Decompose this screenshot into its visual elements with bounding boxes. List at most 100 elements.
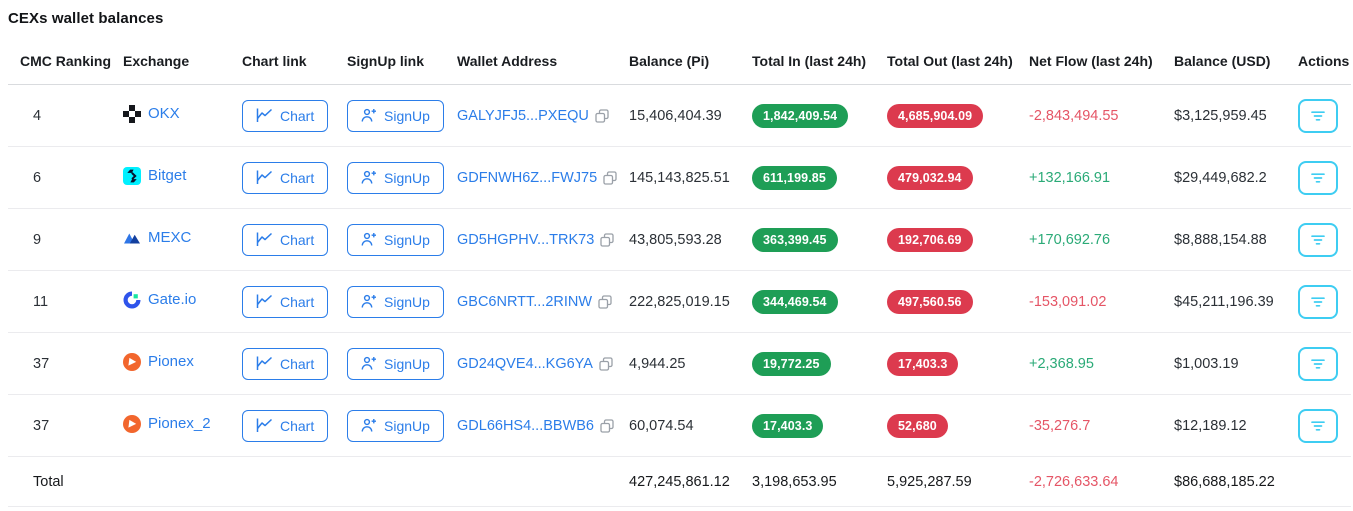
exchange-logo-icon [123,229,141,247]
total-in-badge: 19,772.25 [752,352,831,376]
gate-logo-icon [123,291,141,309]
actions-button[interactable] [1298,99,1338,133]
pionex-logo-icon [123,353,141,371]
table-row: 11 Gate.io Chart SignUp [8,271,1351,333]
copy-icon[interactable] [603,171,617,185]
net-flow-value: -2,843,494.55 [1017,85,1162,147]
chart-button[interactable]: Chart [242,286,328,318]
balance-pi-value: 4,944.25 [617,333,740,395]
signup-button[interactable]: SignUp [347,100,444,132]
balance-usd-value: $1,003.19 [1162,333,1286,395]
total-in-badge: 344,469.54 [752,290,838,314]
filter-icon [1310,234,1326,246]
copy-icon[interactable] [600,233,614,247]
total-in-badge: 17,403.3 [752,414,823,438]
total-in-badge: 611,199.85 [752,166,837,190]
cmc-ranking-value: 6 [8,147,111,209]
actions-button[interactable] [1298,347,1338,381]
wallet-address-link[interactable]: GDL66HS4...BBWB6 [457,418,594,434]
exchange-name: Bitget [148,167,186,184]
exchange-link[interactable]: Pionex [123,353,194,371]
actions-button[interactable] [1298,285,1338,319]
filter-icon [1310,110,1326,122]
copy-icon[interactable] [595,109,609,123]
wallet-address-link[interactable]: GDFNWH6Z...FWJ75 [457,170,597,186]
chart-icon [256,418,273,433]
chart-button[interactable]: Chart [242,410,328,442]
cmc-ranking-value: 9 [8,209,111,271]
exchange-link[interactable]: Pionex_2 [123,415,211,433]
signup-button[interactable]: SignUp [347,348,444,380]
total-out: 5,925,287.59 [875,457,1017,507]
header-chart-link: Chart link [230,35,335,85]
exchange-link[interactable]: MEXC [123,229,191,247]
exchange-name: Pionex_2 [148,415,211,432]
cmc-ranking-value: 37 [8,333,111,395]
header-balance-usd: Balance (USD) [1162,35,1286,85]
signup-button-label: SignUp [384,232,430,248]
cex-balances-table: CMC Ranking Exchange Chart link SignUp l… [8,35,1351,507]
balance-pi-value: 60,074.54 [617,395,740,457]
signup-button-label: SignUp [384,356,430,372]
header-total-out: Total Out (last 24h) [875,35,1017,85]
balance-pi-value: 145,143,825.51 [617,147,740,209]
actions-button[interactable] [1298,409,1338,443]
header-actions: Actions [1286,35,1351,85]
signup-button-label: SignUp [384,294,430,310]
header-balance-pi: Balance (Pi) [617,35,740,85]
wallet-address-link[interactable]: GALYJFJ5...PXEQU [457,108,589,124]
signup-button-label: SignUp [384,170,430,186]
total-label: Total [8,457,111,507]
chart-button[interactable]: Chart [242,162,328,194]
net-flow-value: +170,692.76 [1017,209,1162,271]
chart-button[interactable]: Chart [242,100,328,132]
net-flow-value: -153,091.02 [1017,271,1162,333]
page-title: CEXs wallet balances [8,10,1351,27]
chart-button-label: Chart [280,294,314,310]
actions-button[interactable] [1298,223,1338,257]
table-footer: Total 427,245,861.12 3,198,653.95 5,925,… [8,457,1351,507]
person-plus-icon [361,108,377,123]
signup-button[interactable]: SignUp [347,410,444,442]
total-out-badge: 52,680 [887,414,948,438]
signup-button[interactable]: SignUp [347,162,444,194]
signup-button[interactable]: SignUp [347,224,444,256]
table-row: 6 Bitget Chart SignUp [8,147,1351,209]
signup-button[interactable]: SignUp [347,286,444,318]
person-plus-icon [361,356,377,371]
header-cmc-ranking: CMC Ranking [8,35,111,85]
filter-icon [1310,358,1326,370]
exchange-link[interactable]: Gate.io [123,291,196,309]
okx-logo-icon [123,105,141,123]
exchange-name: OKX [148,105,180,122]
total-in: 3,198,653.95 [740,457,875,507]
exchange-link[interactable]: OKX [123,105,180,123]
cmc-ranking-value: 11 [8,271,111,333]
cmc-ranking-value: 37 [8,395,111,457]
chart-icon [256,294,273,309]
actions-button[interactable] [1298,161,1338,195]
exchange-link[interactable]: Bitget [123,167,186,185]
person-plus-icon [361,170,377,185]
total-balance-pi: 427,245,861.12 [617,457,740,507]
balance-usd-value: $29,449,682.2 [1162,147,1286,209]
filter-icon [1310,296,1326,308]
wallet-address-link[interactable]: GBC6NRTT...2RINW [457,294,592,310]
copy-icon[interactable] [600,419,614,433]
exchange-logo-icon [123,291,141,309]
net-flow-value: -35,276.7 [1017,395,1162,457]
chart-icon [256,108,273,123]
copy-icon[interactable] [599,357,613,371]
wallet-address-link[interactable]: GD5HGPHV...TRK73 [457,232,594,248]
net-flow-value: +132,166.91 [1017,147,1162,209]
total-row: Total 427,245,861.12 3,198,653.95 5,925,… [8,457,1351,507]
copy-icon[interactable] [598,295,612,309]
chart-icon [256,232,273,247]
exchange-logo-icon [123,353,141,371]
header-total-in: Total In (last 24h) [740,35,875,85]
wallet-address-link[interactable]: GD24QVE4...KG6YA [457,356,593,372]
balance-usd-value: $8,888,154.88 [1162,209,1286,271]
total-out-badge: 4,685,904.09 [887,104,983,128]
chart-button[interactable]: Chart [242,224,328,256]
chart-button[interactable]: Chart [242,348,328,380]
